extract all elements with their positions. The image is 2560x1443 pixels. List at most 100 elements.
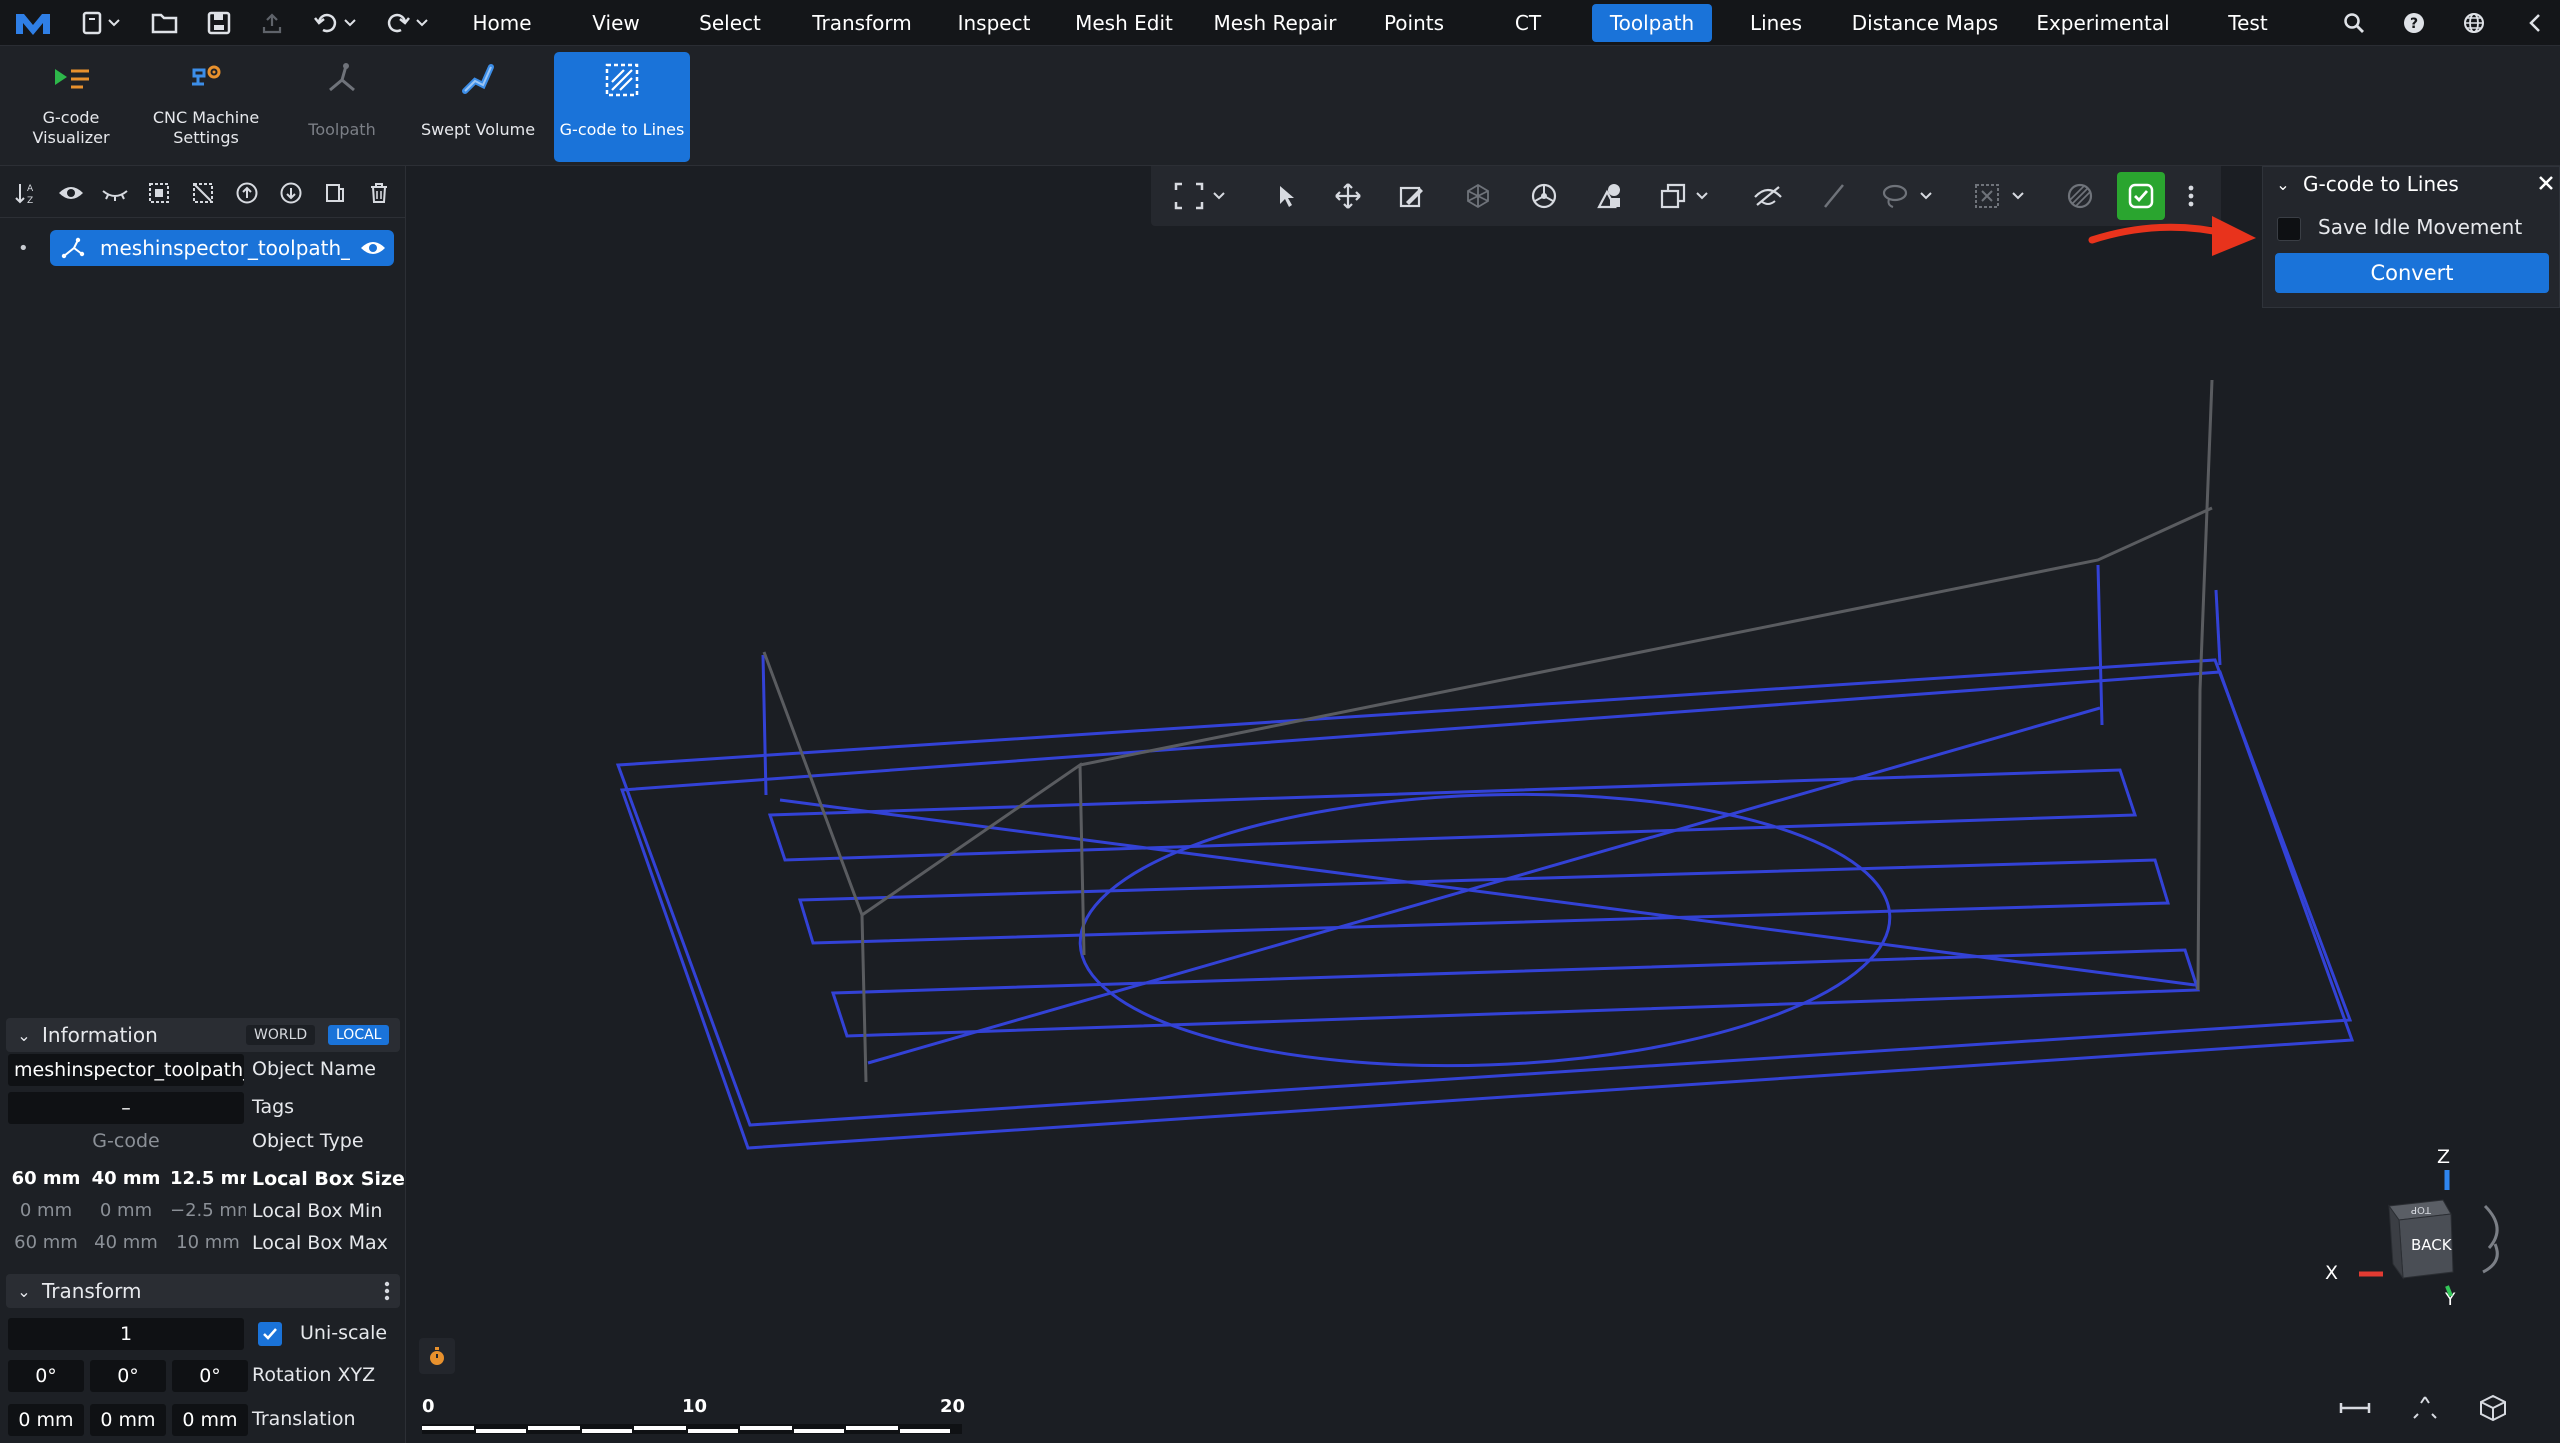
- tab-points[interactable]: Points: [1370, 4, 1458, 42]
- toolpath-scene[interactable]: [407, 166, 2560, 1443]
- scene-tree-item-toolpath[interactable]: meshinspector_toolpath_de: [50, 230, 394, 266]
- tab-transform[interactable]: Transform: [800, 4, 924, 42]
- 3d-viewport[interactable]: 0 10 20 Z X Y BACK TOP: [407, 166, 2560, 1443]
- transform-section-header[interactable]: ⌄ Transform: [6, 1274, 400, 1308]
- globe-icon[interactable]: [2456, 0, 2492, 46]
- tab-experimental[interactable]: Experimental: [2030, 4, 2176, 42]
- more-vertical-icon[interactable]: [384, 1280, 390, 1307]
- gcode-panel-title: G-code to Lines: [2303, 172, 2459, 196]
- uniscale-checkbox[interactable]: [258, 1322, 282, 1346]
- tab-select[interactable]: Select: [684, 4, 776, 42]
- box-size-y: 40 mm: [91, 1168, 161, 1189]
- deselect-icon[interactable]: [186, 176, 220, 210]
- duplicate-icon[interactable]: [318, 176, 352, 210]
- translation-y-input[interactable]: 0 mm: [90, 1404, 166, 1436]
- object-type-value: G-code: [92, 1130, 160, 1152]
- menu-bar: Home View Select Transform Inspect Mesh …: [0, 0, 2560, 46]
- rotation-y-input[interactable]: 0°: [90, 1360, 166, 1392]
- close-icon[interactable]: [2537, 173, 2555, 197]
- gcode-visualizer-label: G-code Visualizer: [32, 108, 110, 147]
- box-min-z: −2.5 mn: [170, 1200, 246, 1221]
- cube-face-top: TOP: [2411, 1204, 2432, 1215]
- scale-input[interactable]: 1: [8, 1318, 244, 1350]
- information-section-header[interactable]: ⌄ Information WORLD LOCAL: [6, 1018, 400, 1052]
- tab-test[interactable]: Test: [2210, 4, 2286, 42]
- tab-inspect[interactable]: Inspect: [944, 4, 1044, 42]
- chevron-down-icon[interactable]: ⌄: [2263, 175, 2303, 194]
- tab-home[interactable]: Home: [456, 4, 548, 42]
- tree-expand-bullet[interactable]: •: [18, 238, 29, 259]
- toolpath-label: Toolpath: [308, 120, 376, 139]
- orthographic-icon[interactable]: [2335, 1388, 2375, 1428]
- scene-panel: AZ • meshinspector_toolpath_de ⌄ Informa…: [0, 166, 406, 1443]
- object-name-label: Object Name: [252, 1058, 376, 1080]
- cnc-machine-settings-label: CNC Machine Settings: [152, 108, 260, 147]
- perspective-icon[interactable]: [2405, 1388, 2445, 1428]
- gcode-visualizer-button[interactable]: G-code Visualizer: [10, 52, 132, 162]
- tab-toolpath[interactable]: Toolpath: [1592, 4, 1712, 42]
- toolpath-button: Toolpath: [290, 52, 394, 162]
- tab-lines[interactable]: Lines: [1738, 4, 1814, 42]
- rotation-label: Rotation XYZ: [252, 1364, 376, 1386]
- gcode-visualizer-icon: [49, 52, 93, 108]
- tab-mesh-edit[interactable]: Mesh Edit: [1066, 4, 1182, 42]
- gcode-panel-header[interactable]: ⌄ G-code to Lines: [2263, 167, 2560, 201]
- undo-icon[interactable]: [308, 0, 362, 46]
- scale-ruler: 0 10 20: [422, 1396, 982, 1436]
- gcode-to-lines-label: G-code to Lines: [559, 120, 685, 139]
- svg-text:Z: Z: [27, 196, 33, 206]
- move-up-icon[interactable]: [230, 176, 264, 210]
- toolpath-lines: [615, 564, 2355, 1150]
- open-folder-icon[interactable]: [146, 0, 184, 46]
- tab-view[interactable]: View: [576, 4, 656, 42]
- ruler-label-10: 10: [682, 1396, 708, 1417]
- tab-distance-maps[interactable]: Distance Maps: [1846, 4, 2004, 42]
- swept-volume-button[interactable]: Swept Volume: [410, 52, 546, 162]
- ribbon-toolbar: G-code Visualizer CNC Machine Settings T…: [0, 46, 2560, 166]
- object-name-input[interactable]: meshinspector_toolpath_: [8, 1054, 244, 1086]
- move-down-icon[interactable]: [274, 176, 308, 210]
- ruler-label-0: 0: [422, 1396, 435, 1417]
- transform-title: Transform: [42, 1279, 142, 1303]
- trash-icon[interactable]: [362, 176, 396, 210]
- eye-icon[interactable]: [54, 176, 88, 210]
- save-idle-movement-label: Save Idle Movement: [2318, 215, 2523, 239]
- svg-text:?: ?: [2410, 16, 2418, 32]
- sort-az-icon[interactable]: AZ: [10, 176, 44, 210]
- box-min-x: 0 mm: [19, 1200, 73, 1221]
- hide-eye-icon[interactable]: [98, 176, 132, 210]
- collapse-chevron-icon[interactable]: [2520, 0, 2550, 46]
- tab-mesh-repair[interactable]: Mesh Repair: [1204, 4, 1346, 42]
- tags-input[interactable]: –: [8, 1092, 244, 1124]
- rotation-z-input[interactable]: 0°: [172, 1360, 248, 1392]
- redo-icon[interactable]: [380, 0, 434, 46]
- visibility-eye-icon[interactable]: [360, 238, 386, 262]
- world-toggle[interactable]: WORLD: [246, 1025, 316, 1045]
- convert-button[interactable]: Convert: [2275, 253, 2549, 293]
- information-title: Information: [42, 1023, 158, 1047]
- gcode-to-lines-button[interactable]: G-code to Lines: [554, 52, 690, 162]
- box-size-label: Local Box Size: [252, 1168, 405, 1190]
- cnc-machine-settings-button[interactable]: CNC Machine Settings: [140, 52, 272, 162]
- stopwatch-icon[interactable]: [419, 1338, 455, 1374]
- search-icon[interactable]: [2336, 0, 2372, 46]
- annotation-arrow: [2088, 216, 2256, 256]
- scene-tree-item-label: meshinspector_toolpath_de: [100, 236, 350, 260]
- view-cube[interactable]: Z X Y BACK TOP: [2307, 1146, 2537, 1346]
- app-logo-icon[interactable]: [8, 0, 58, 46]
- export-icon: [254, 0, 290, 46]
- save-idle-movement-checkbox[interactable]: [2277, 217, 2301, 241]
- rotation-x-input[interactable]: 0°: [8, 1360, 84, 1392]
- cube-view-icon[interactable]: [2473, 1388, 2513, 1428]
- translation-x-input[interactable]: 0 mm: [8, 1404, 84, 1436]
- select-all-icon[interactable]: [142, 176, 176, 210]
- help-icon[interactable]: ?: [2396, 0, 2432, 46]
- tab-ct[interactable]: CT: [1500, 4, 1556, 42]
- gcode-to-lines-panel: ⌄ G-code to Lines Save Idle Movement Con…: [2262, 166, 2560, 308]
- translation-z-input[interactable]: 0 mm: [172, 1404, 248, 1436]
- local-toggle[interactable]: LOCAL: [328, 1025, 390, 1045]
- tags-label: Tags: [252, 1096, 295, 1118]
- save-icon[interactable]: [200, 0, 238, 46]
- idle-move-lines: [762, 379, 2214, 1083]
- new-file-icon[interactable]: [76, 0, 126, 46]
